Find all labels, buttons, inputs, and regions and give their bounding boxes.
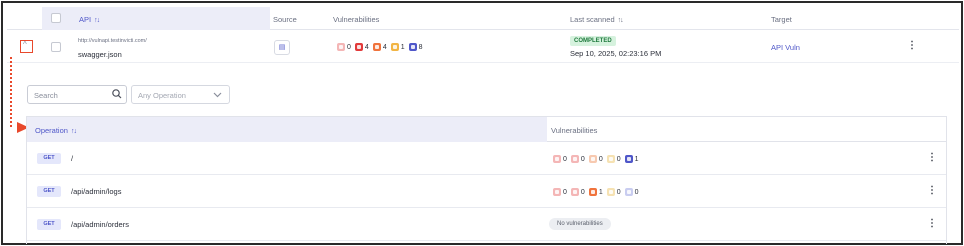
medium-count: 0 [588,155,603,163]
critical-count: 0 [337,43,351,51]
operation-select-placeholder: Any Operation [138,91,186,100]
medium-severity-icon [588,188,597,196]
vulnerabilities-column-header: Vulnerabilities [333,15,380,24]
low-count: 0 [606,155,621,163]
vulnerability-counts: 0 0 0 0 1 [553,155,639,163]
operation-row[interactable]: GET /api/admin/orders No vulnerabilities… [27,208,946,241]
low-severity-icon [606,188,615,196]
api-header-label: API [79,15,92,24]
more-options-icon[interactable]: ⋮ [927,186,937,196]
critical-severity-icon [553,155,561,163]
sort-icon[interactable]: ↑↓ [618,17,624,24]
row-checkbox[interactable] [51,42,61,52]
status-badge: COMPLETED [570,36,616,46]
target-column-header: Target [771,15,792,24]
vulnerability-counts: 0 0 1 0 0 [553,188,639,196]
low-severity-icon [606,155,615,163]
method-badge: GET [37,153,61,164]
api-column-header[interactable]: API ↑↓ [79,15,100,24]
search-input[interactable]: Search [27,85,127,104]
table-row[interactable]: ^ http://vulnapi.testinvicti.com/ swagge… [7,31,959,63]
api-column-highlight [42,7,270,30]
table-header: API ↑↓ Source Vulnerabilities Last scanne… [7,7,959,30]
info-severity-icon [624,188,633,196]
high-count: 0 [570,155,585,163]
high-severity-icon [570,155,579,163]
operations-header: Operation ↑↓ Vulnerabilities [27,117,946,142]
operation-column-highlight [27,117,547,142]
operations-table: Operation ↑↓ Vulnerabilities GET / 0 0 0 … [26,116,947,244]
no-vulnerabilities-badge: No vulnerabilities [549,218,611,230]
source-column-header: Source [273,15,297,24]
sort-icon[interactable]: ↑↓ [94,17,100,24]
expand-row-button[interactable]: ^ [20,40,33,53]
more-options-icon[interactable]: ⋮ [907,41,917,51]
more-options-icon[interactable]: ⋮ [927,219,937,229]
api-file-name[interactable]: swagger.json [78,50,122,59]
operation-path: / [71,154,74,163]
chevron-up-icon: ^ [23,40,27,49]
critical-severity-icon [337,43,345,51]
low-severity-icon [390,43,399,51]
source-file-icon[interactable]: ▤ [274,40,290,55]
chevron-down-icon [213,92,222,98]
info-severity-icon [624,155,633,163]
info-severity-icon [408,43,417,51]
operation-column-header[interactable]: Operation ↑↓ [35,126,77,135]
high-severity-icon [570,188,579,196]
last-scanned-date: Sep 10, 2025, 02:23:16 PM [570,49,662,58]
more-options-icon[interactable]: ⋮ [927,153,937,163]
high-severity-icon [354,43,363,51]
screenshot-frame: API ↑↓ Source Vulnerabilities Last scanne… [1,1,963,245]
sort-icon[interactable]: ↑↓ [71,128,77,135]
method-badge: GET [37,186,61,197]
critical-severity-icon [553,188,561,196]
critical-count: 0 [553,188,567,196]
operations-vulnerabilities-header: Vulnerabilities [551,126,598,135]
high-count: 0 [570,188,585,196]
annotation-arrow-line [10,57,13,127]
info-count: 8 [408,43,423,51]
api-url: http://vulnapi.testinvicti.com/ [78,38,147,44]
info-count: 1 [624,155,639,163]
target-link[interactable]: API Vuln [771,43,800,52]
select-all-checkbox[interactable] [51,13,61,23]
low-count: 0 [606,188,621,196]
medium-count: 4 [372,43,387,51]
low-count: 1 [390,43,405,51]
info-count: 0 [624,188,639,196]
operation-path: /api/admin/logs [71,187,122,196]
operation-row[interactable]: GET / 0 0 0 0 1 ⋮ [27,142,946,175]
high-count: 4 [354,43,369,51]
critical-count: 0 [553,155,567,163]
medium-severity-icon [588,155,597,163]
operation-header-label: Operation [35,126,68,135]
method-badge: GET [37,219,61,230]
vulnerability-counts: 0 4 4 1 8 [337,43,423,51]
operation-select[interactable]: Any Operation [131,85,230,104]
operation-path: /api/admin/orders [71,220,129,229]
search-icon [112,89,122,99]
search-placeholder: Search [34,91,58,100]
medium-count: 1 [588,188,603,196]
last-scanned-header-label: Last scanned [570,15,615,24]
operation-row[interactable]: GET /api/admin/logs 0 0 1 0 0 ⋮ [27,175,946,208]
last-scanned-column-header[interactable]: Last scanned ↑↓ [570,15,624,24]
medium-severity-icon [372,43,381,51]
